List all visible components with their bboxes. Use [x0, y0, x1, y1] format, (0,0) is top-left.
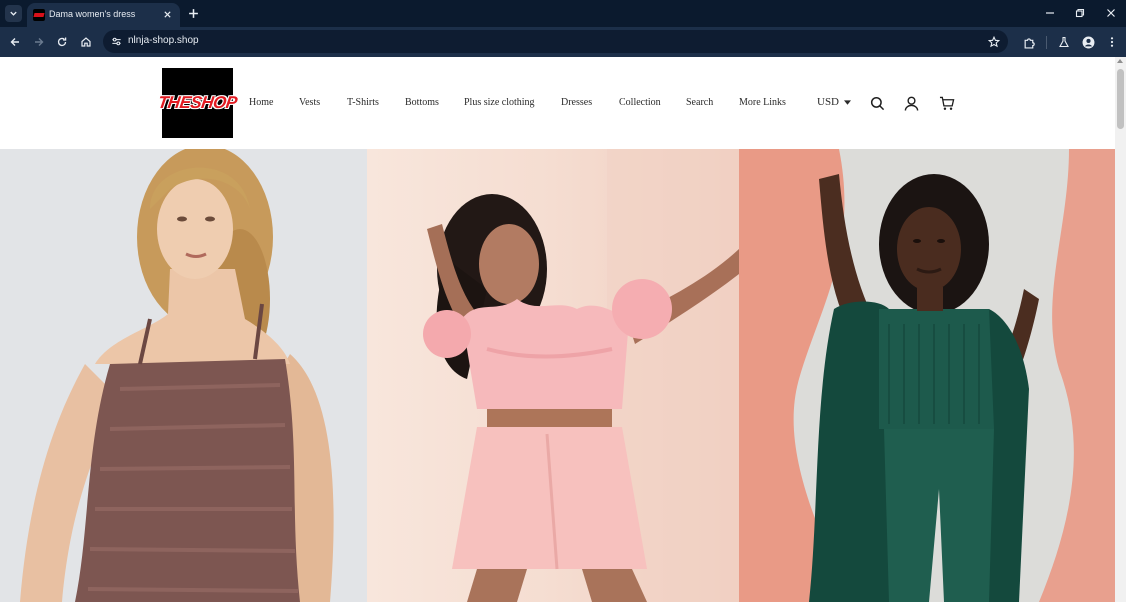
- arrow-right-icon: [35, 38, 44, 46]
- user-icon: [904, 96, 918, 111]
- hero-banner[interactable]: [0, 149, 1115, 602]
- model-photo-brown-dress: [0, 149, 367, 602]
- nav-home[interactable]: Home: [249, 97, 273, 108]
- nav-plus-size-clothing[interactable]: Plus size clothing: [464, 97, 535, 108]
- scroll-thumb[interactable]: [1117, 69, 1124, 129]
- labs-button[interactable]: [1055, 33, 1073, 51]
- model-photo-green-set: [739, 149, 1115, 602]
- reload-icon: [57, 37, 67, 47]
- browser-menu-button[interactable]: [1103, 33, 1121, 51]
- puzzle-icon: [1024, 37, 1035, 49]
- forward-button[interactable]: [30, 33, 48, 51]
- bookmark-button[interactable]: [985, 33, 1002, 50]
- restore-icon: [1075, 8, 1085, 18]
- logo-text: THESHOP: [156, 93, 239, 112]
- hero-image-green-set[interactable]: [739, 149, 1115, 602]
- cart-icon: [939, 96, 955, 110]
- minimize-icon: [1046, 12, 1054, 14]
- page-scrollbar[interactable]: [1115, 57, 1126, 602]
- nav-t-shirts[interactable]: T-Shirts: [347, 97, 379, 108]
- nav-search[interactable]: Search: [686, 97, 713, 108]
- plus-icon: [188, 8, 198, 18]
- nav-vests[interactable]: Vests: [299, 97, 320, 108]
- new-tab-button[interactable]: [185, 5, 201, 21]
- flask-icon: [1059, 36, 1069, 48]
- model-photo-pink-set: [367, 149, 739, 602]
- more-vert-icon: [1110, 37, 1114, 47]
- close-icon: [1107, 9, 1115, 17]
- home-button[interactable]: [77, 33, 95, 51]
- url-text[interactable]: nlnja-shop.shop: [128, 35, 199, 46]
- profile-button[interactable]: [1079, 33, 1097, 51]
- browser-toolbar: nlnja-shop.shop: [0, 27, 1126, 57]
- home-icon: [81, 37, 91, 47]
- site-favicon-icon: [33, 9, 45, 21]
- nav-collection[interactable]: Collection: [619, 97, 661, 108]
- browser-tab-active[interactable]: Dama women's dress: [27, 3, 180, 27]
- site-info-button[interactable]: [109, 34, 124, 49]
- site-logo[interactable]: THESHOP: [157, 68, 238, 138]
- extensions-button[interactable]: [1020, 33, 1038, 51]
- tab-search-button[interactable]: [5, 5, 22, 22]
- close-window-button[interactable]: [1103, 5, 1119, 21]
- nav-bottoms[interactable]: Bottoms: [405, 97, 439, 108]
- search-button[interactable]: [868, 94, 886, 112]
- caret-down-icon: [844, 99, 852, 105]
- toolbar-divider: [1046, 36, 1047, 49]
- tab-close-button[interactable]: [161, 8, 174, 21]
- hero-image-brown-dress[interactable]: [0, 149, 367, 602]
- tab-title: Dama women's dress: [49, 9, 136, 19]
- back-button[interactable]: [6, 33, 24, 51]
- reload-button[interactable]: [53, 33, 71, 51]
- nav-dresses[interactable]: Dresses: [561, 97, 592, 108]
- currency-value: USD: [817, 96, 840, 108]
- minimize-button[interactable]: [1042, 5, 1058, 21]
- scroll-up-arrow-icon[interactable]: [1117, 59, 1123, 63]
- account-button[interactable]: [902, 94, 920, 112]
- tune-icon: [112, 37, 121, 46]
- browser-tab-bar: Dama women's dress: [0, 0, 1126, 27]
- site-header: THESHOP Home Vests T-Shirts Bottoms Plus…: [0, 57, 1115, 149]
- arrow-left-icon: [10, 38, 19, 46]
- cart-button[interactable]: [938, 94, 956, 112]
- star-icon: [987, 35, 1000, 47]
- search-icon: [870, 96, 884, 110]
- restore-button[interactable]: [1072, 5, 1088, 21]
- nav-more-links[interactable]: More Links: [739, 97, 786, 108]
- address-bar[interactable]: nlnja-shop.shop: [103, 30, 1008, 53]
- web-page: THESHOP Home Vests T-Shirts Bottoms Plus…: [0, 57, 1115, 602]
- hero-image-pink-set[interactable]: [367, 149, 739, 602]
- chevron-down-icon: [10, 11, 17, 16]
- currency-selector[interactable]: USD: [817, 96, 852, 108]
- avatar-icon: [1082, 36, 1094, 48]
- close-icon: [164, 11, 171, 18]
